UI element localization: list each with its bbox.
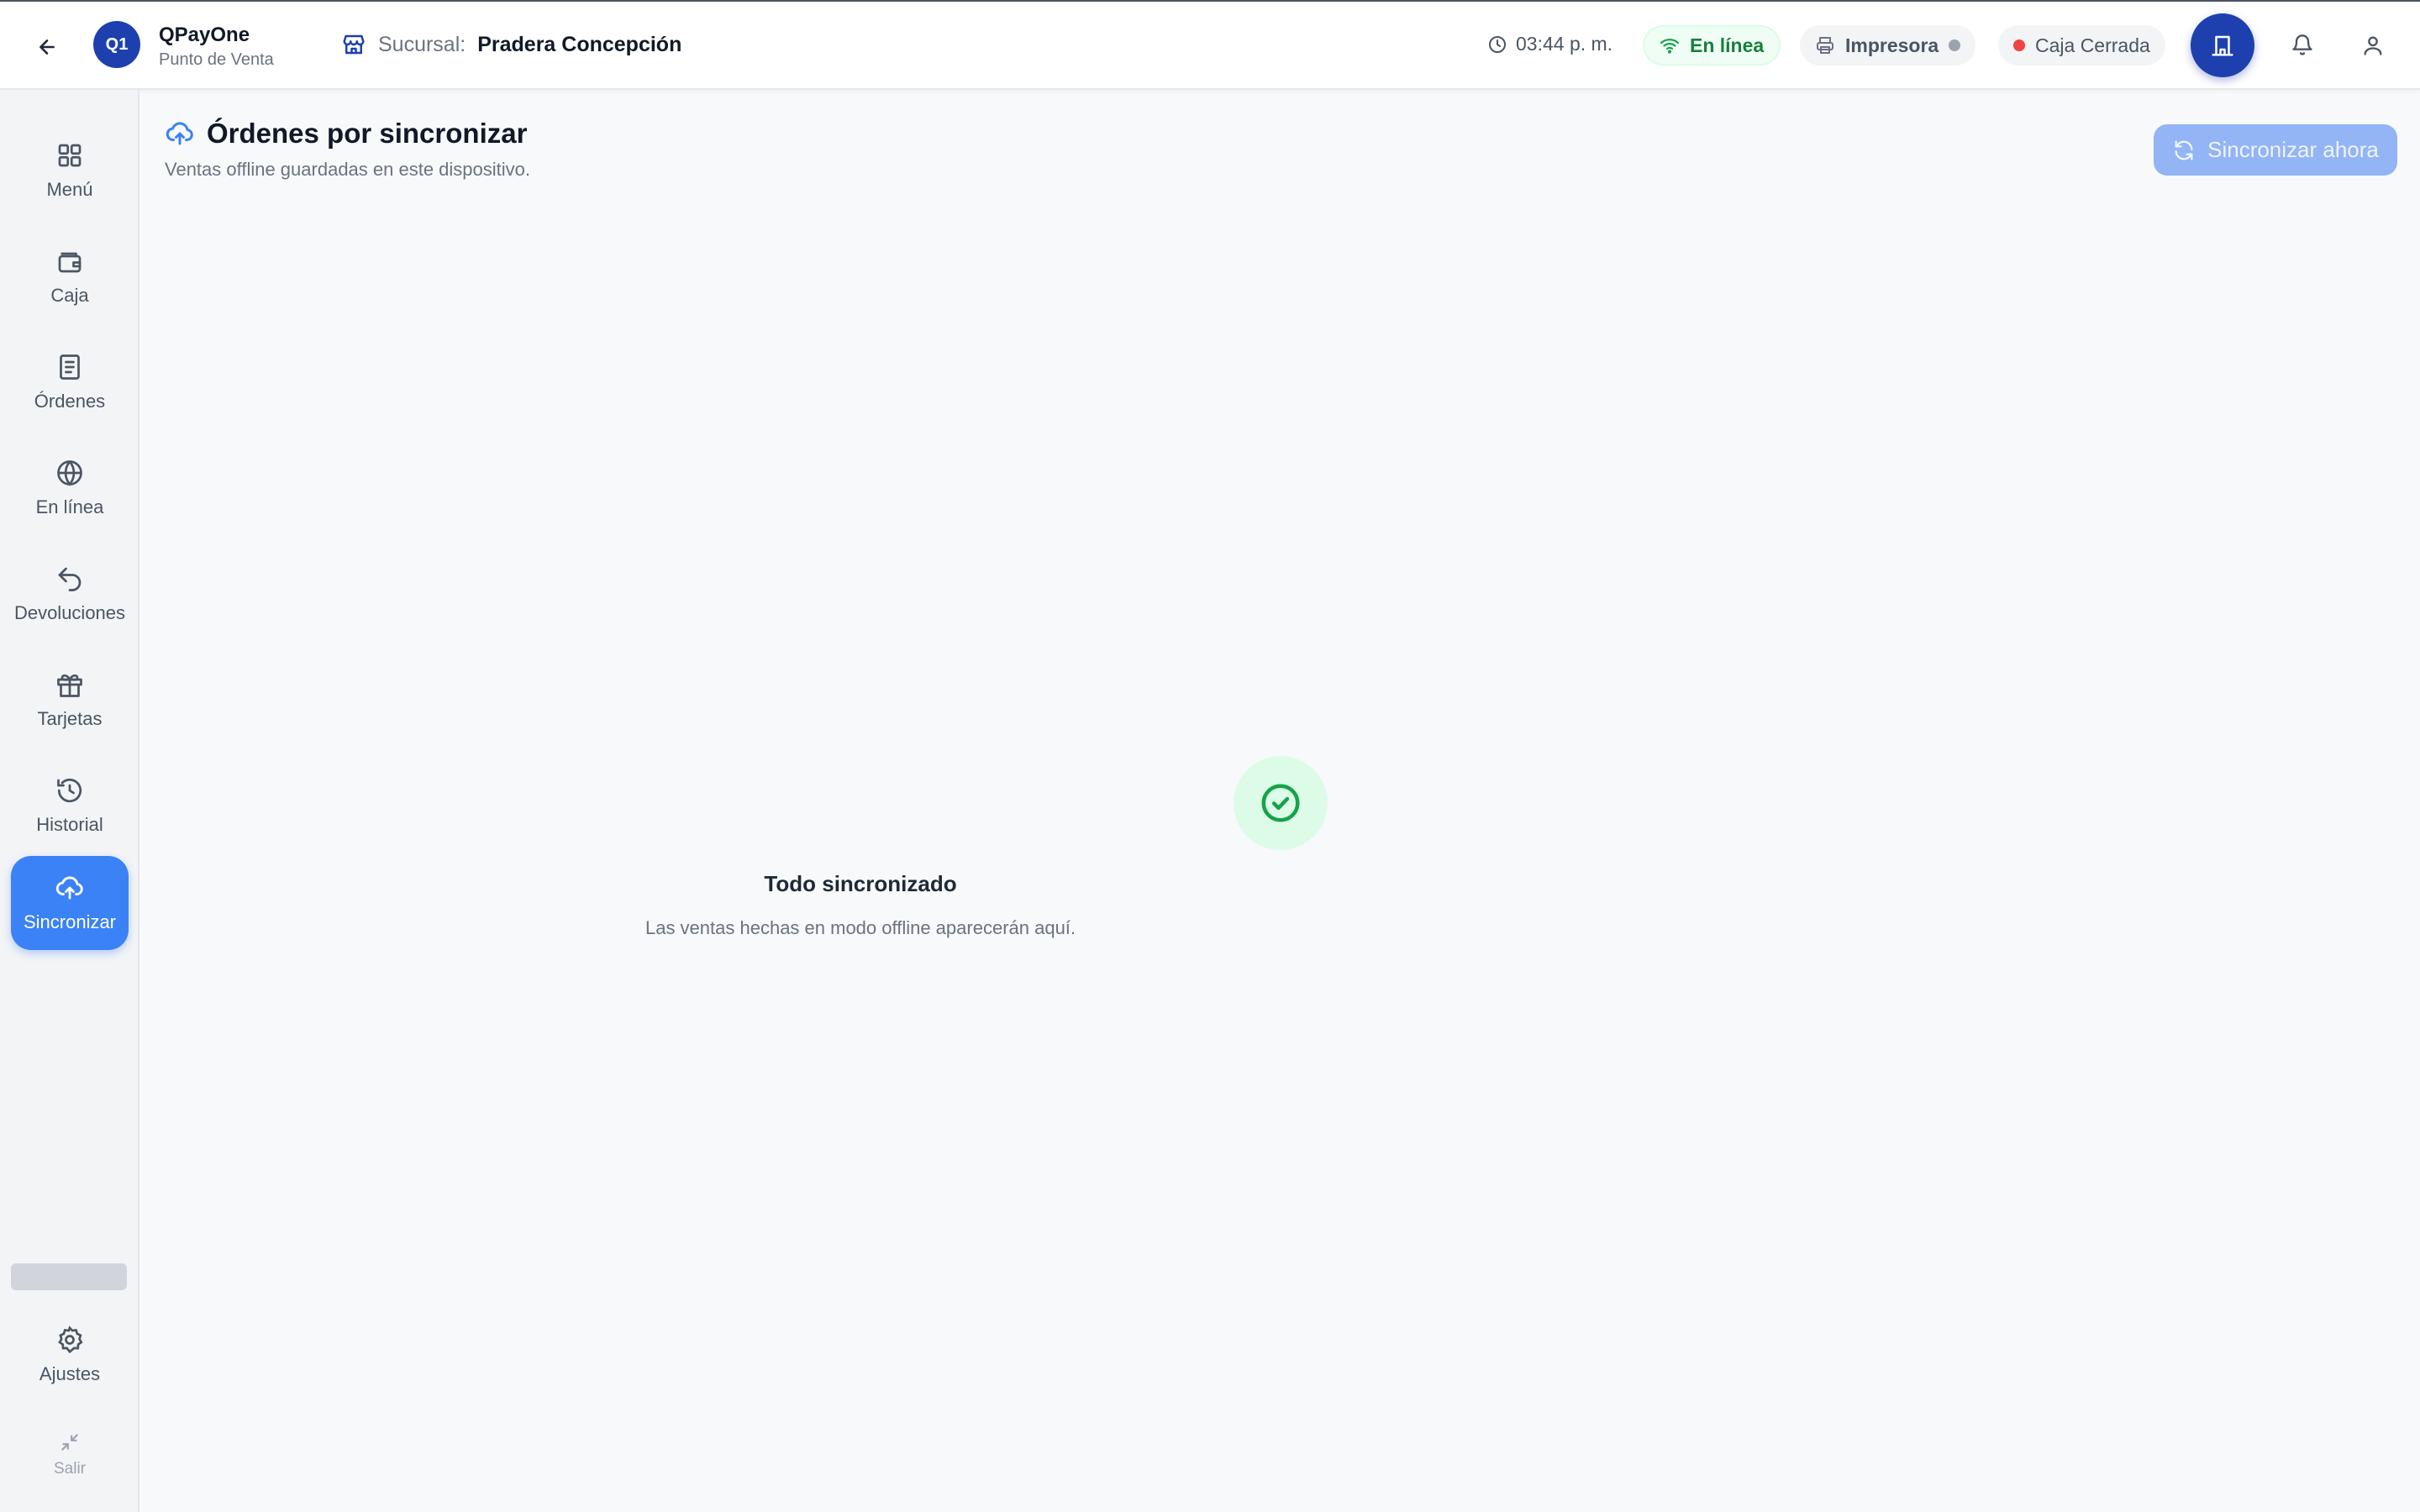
sidebar: Menú Caja Órdenes En línea Devoluciones … bbox=[0, 90, 139, 1512]
sidebar-item-ajustes[interactable]: Ajustes bbox=[11, 1308, 129, 1402]
bell-icon bbox=[2292, 34, 2312, 55]
sidebar-item-en-linea[interactable]: En línea bbox=[11, 441, 129, 535]
cash-status-dot bbox=[2013, 39, 2025, 51]
sidebar-exit-label: Salir bbox=[53, 1460, 86, 1478]
sidebar-item-tarjetas[interactable]: Tarjetas bbox=[11, 653, 129, 747]
back-button[interactable] bbox=[30, 30, 64, 64]
sidebar-item-ordenes[interactable]: Órdenes bbox=[11, 335, 129, 429]
empty-state-title: Todo sincronizado bbox=[764, 871, 957, 896]
sidebar-item-label: Ajustes bbox=[39, 1363, 101, 1384]
history-icon bbox=[57, 778, 82, 803]
sidebar-item-label: Sincronizar bbox=[23, 911, 117, 932]
sidebar-item-sincronizar[interactable]: Sincronizar bbox=[11, 856, 129, 950]
branch-label: Sucursal: bbox=[378, 32, 466, 56]
sidebar-item-label: En línea bbox=[35, 496, 104, 517]
undo-icon bbox=[58, 567, 82, 591]
brand-logo: Q1 bbox=[93, 21, 140, 68]
sidebar-item-menu[interactable]: Menú bbox=[11, 123, 129, 218]
gear-icon bbox=[58, 1326, 83, 1354]
store-button[interactable] bbox=[2191, 13, 2254, 77]
sidebar-item-label: Historial bbox=[36, 814, 103, 835]
empty-state-subtitle: Las ventas hechas en modo offline aparec… bbox=[644, 917, 1076, 938]
cash-status-label: Caja Cerrada bbox=[2035, 34, 2150, 56]
branch-name: Pradera Concepción bbox=[477, 32, 682, 56]
wallet-icon bbox=[58, 252, 82, 273]
brand-name: QPayOne bbox=[159, 24, 250, 46]
sidebar-item-label: Devoluciones bbox=[13, 602, 126, 623]
sidebar-item-devoluciones[interactable]: Devoluciones bbox=[11, 547, 129, 641]
sidebar-item-historial[interactable]: Historial bbox=[11, 759, 129, 853]
globe-icon bbox=[57, 460, 82, 486]
clock: 03:44 p. m. bbox=[1487, 33, 1612, 55]
minimize-arrows-icon bbox=[61, 1434, 78, 1451]
notifications-button[interactable] bbox=[2270, 13, 2334, 77]
store-icon bbox=[343, 34, 365, 55]
printer-label: Impresora bbox=[1845, 34, 1939, 56]
printer-icon bbox=[1817, 37, 1833, 54]
success-badge bbox=[1234, 756, 1328, 850]
grid-icon bbox=[58, 144, 82, 167]
sidebar-item-label: Caja bbox=[50, 285, 89, 306]
gift-icon bbox=[57, 674, 82, 697]
user-icon bbox=[2364, 36, 2382, 55]
clock-time: 03:44 p. m. bbox=[1516, 33, 1613, 55]
wifi-icon bbox=[1660, 39, 1680, 54]
printer-status-dot bbox=[1949, 39, 1961, 51]
online-status-label: En línea bbox=[1690, 34, 1765, 56]
top-header: Q1 QPayOne Punto de Venta Sucursal: Prad… bbox=[0, 2, 2420, 90]
sidebar-placeholder-bar bbox=[11, 1263, 127, 1290]
receipt-icon bbox=[60, 354, 80, 380]
arrow-left-icon bbox=[39, 39, 55, 55]
app-window: Q1 QPayOne Punto de Venta Sucursal: Prad… bbox=[0, 0, 2420, 1512]
sidebar-item-label: Menú bbox=[46, 179, 93, 200]
online-status-badge: En línea bbox=[1643, 25, 1781, 66]
printer-status[interactable]: Impresora bbox=[1800, 25, 1976, 66]
cash-register-status[interactable]: Caja Cerrada bbox=[1998, 25, 2165, 66]
check-circle-icon bbox=[1261, 784, 1300, 822]
branch-selector[interactable]: Sucursal: Pradera Concepción bbox=[341, 32, 681, 57]
user-button[interactable] bbox=[2341, 13, 2405, 77]
building-icon bbox=[2212, 35, 2233, 56]
brand-subtitle: Punto de Venta bbox=[159, 50, 274, 69]
sidebar-item-label: Tarjetas bbox=[37, 708, 103, 729]
sidebar-item-caja[interactable]: Caja bbox=[11, 229, 129, 323]
sidebar-item-salir[interactable]: Salir bbox=[11, 1421, 129, 1488]
main-content: Órdenes por sincronizar Ventas offline g… bbox=[139, 90, 2420, 1512]
clock-icon bbox=[1489, 35, 1506, 53]
sidebar-item-label: Órdenes bbox=[34, 391, 106, 412]
empty-state: Todo sincronizado Las ventas hechas en m… bbox=[139, 90, 2420, 1512]
cloud-upload-icon bbox=[55, 876, 83, 900]
